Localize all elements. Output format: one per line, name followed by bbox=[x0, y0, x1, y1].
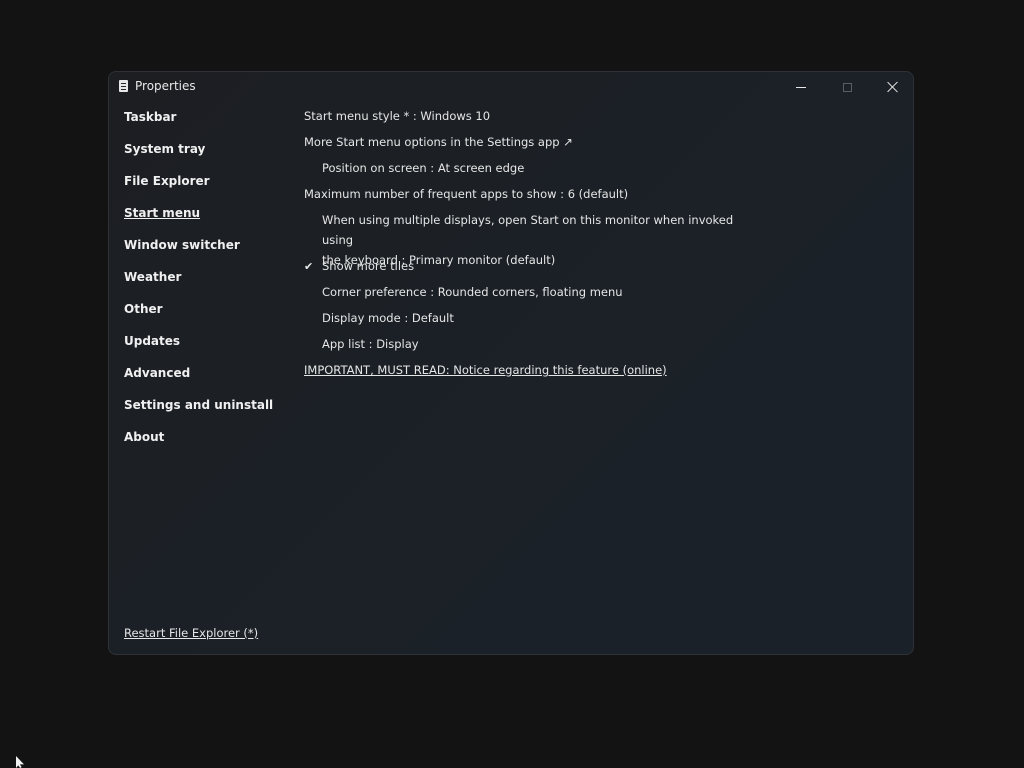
minimize-button[interactable] bbox=[778, 72, 824, 102]
sidebar-item-taskbar[interactable]: Taskbar bbox=[124, 108, 294, 140]
important-notice-link[interactable]: IMPORTANT, MUST READ: Notice regarding t… bbox=[304, 360, 864, 386]
sidebar: Taskbar System tray File Explorer Start … bbox=[124, 108, 294, 460]
maximize-icon bbox=[842, 82, 852, 92]
sidebar-item-settings-and-uninstall[interactable]: Settings and uninstall bbox=[124, 396, 294, 428]
multi-display-line-1: When using multiple displays, open Start… bbox=[322, 213, 734, 247]
restart-file-explorer-link[interactable]: Restart File Explorer (*) bbox=[124, 626, 258, 640]
document-icon bbox=[119, 80, 128, 92]
position-on-screen-option[interactable]: Position on screen : At screen edge bbox=[304, 158, 864, 184]
multi-display-option[interactable]: When using multiple displays, open Start… bbox=[304, 210, 752, 267]
sidebar-item-window-switcher[interactable]: Window switcher bbox=[124, 236, 294, 268]
display-mode-option[interactable]: Display mode : Default bbox=[304, 308, 864, 334]
sidebar-item-about[interactable]: About bbox=[124, 428, 294, 460]
mouse-cursor-icon bbox=[16, 756, 24, 768]
show-more-tiles-checkbox[interactable]: ✔ Show more tiles bbox=[304, 256, 864, 282]
sidebar-item-file-explorer[interactable]: File Explorer bbox=[124, 172, 294, 204]
more-start-menu-options-link[interactable]: More Start menu options in the Settings … bbox=[304, 132, 864, 158]
start-menu-settings: Start menu style * : Windows 10 More Sta… bbox=[304, 106, 864, 386]
maximize-button[interactable] bbox=[824, 72, 870, 102]
checkmark-icon: ✔ bbox=[304, 260, 314, 273]
start-menu-style-option[interactable]: Start menu style * : Windows 10 bbox=[304, 106, 864, 132]
close-button[interactable] bbox=[870, 72, 913, 102]
title-bar[interactable]: Properties bbox=[109, 72, 913, 102]
show-more-tiles-label: Show more tiles bbox=[322, 259, 415, 273]
sidebar-item-start-menu[interactable]: Start menu bbox=[124, 204, 294, 236]
properties-window: Properties Taskbar System tray File Expl… bbox=[108, 71, 914, 655]
desktop: Properties Taskbar System tray File Expl… bbox=[0, 0, 1024, 768]
sidebar-item-system-tray[interactable]: System tray bbox=[124, 140, 294, 172]
close-icon bbox=[887, 81, 899, 93]
sidebar-item-other[interactable]: Other bbox=[124, 300, 294, 332]
sidebar-item-updates[interactable]: Updates bbox=[124, 332, 294, 364]
sidebar-item-advanced[interactable]: Advanced bbox=[124, 364, 294, 396]
window-title: Properties bbox=[135, 79, 196, 93]
sidebar-item-weather[interactable]: Weather bbox=[124, 268, 294, 300]
max-frequent-apps-option[interactable]: Maximum number of frequent apps to show … bbox=[304, 184, 864, 210]
corner-preference-option[interactable]: Corner preference : Rounded corners, flo… bbox=[304, 282, 864, 308]
app-list-option[interactable]: App list : Display bbox=[304, 334, 864, 360]
minimize-icon bbox=[796, 86, 806, 88]
